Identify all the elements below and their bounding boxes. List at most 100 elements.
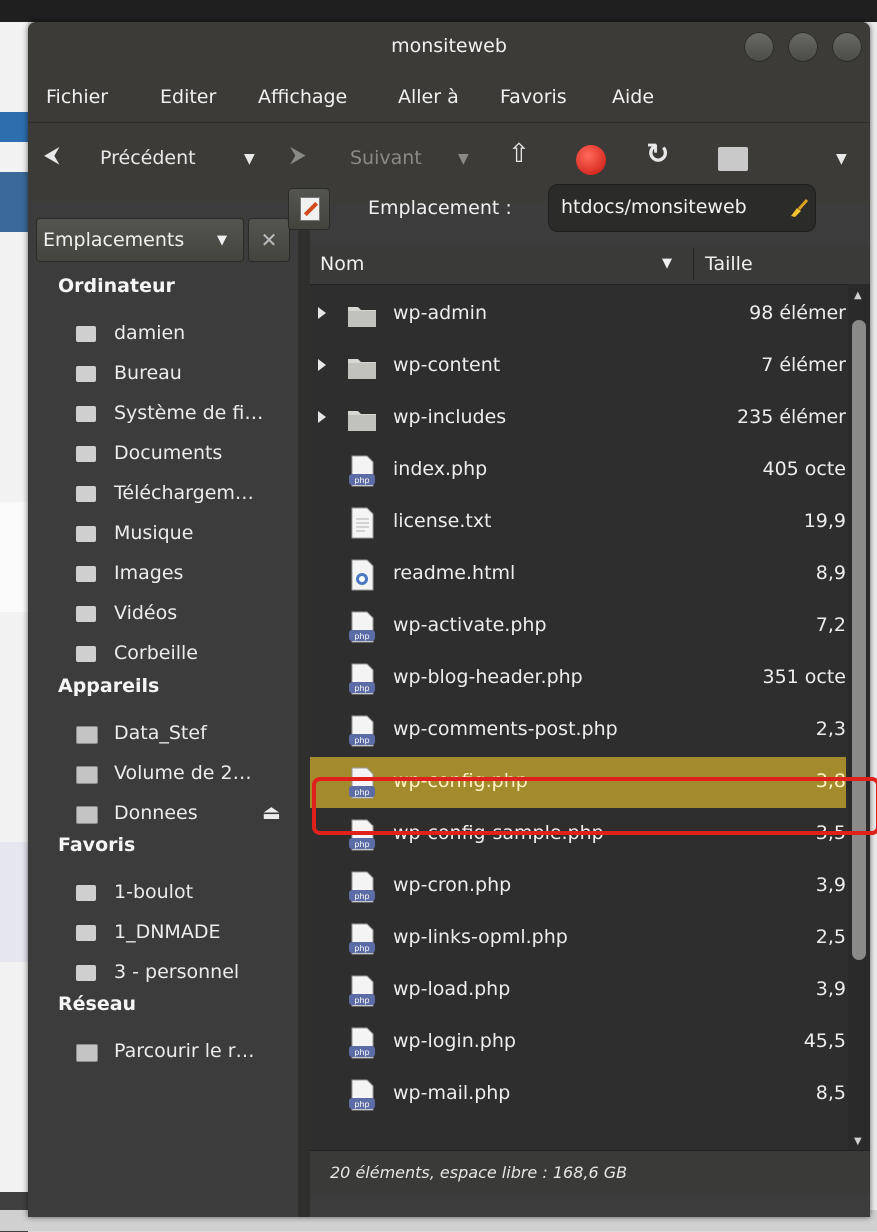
sidebar-item[interactable]: Data_Stef (76, 718, 291, 752)
expand-arrow-icon[interactable] (318, 359, 326, 371)
table-row[interactable]: php wp-login.php 45,5 (310, 1017, 846, 1068)
sidebar-item[interactable]: Images (76, 558, 291, 592)
sidebar-item[interactable]: Documents (76, 438, 291, 472)
sidebar-item-label: Data_Stef (114, 722, 207, 744)
sidebar-item-label: Système de fi… (114, 402, 264, 424)
desktop-topbar (0, 0, 877, 22)
home-folder-icon (76, 326, 96, 342)
chevron-down-icon: ▼ (217, 233, 227, 248)
table-row[interactable]: php wp-activate.php 7,2 (310, 601, 846, 652)
column-separator[interactable] (693, 248, 694, 280)
minimize-button[interactable] (744, 32, 774, 62)
php-file-icon: php (347, 975, 377, 1007)
sidebar-item[interactable]: 1_DNMADE (76, 917, 291, 951)
forward-arrow-icon[interactable]: ⮞ (290, 143, 306, 168)
column-name[interactable]: Nom (320, 253, 364, 275)
reload-icon[interactable]: ↻ (646, 137, 669, 170)
menu-editer[interactable]: Editer (160, 86, 216, 108)
file-size: 45,5 (803, 1030, 846, 1052)
file-name: index.php (393, 458, 488, 480)
sort-chevron-icon[interactable]: ▼ (662, 256, 672, 271)
close-button[interactable] (832, 32, 862, 62)
expand-arrow-icon[interactable] (318, 411, 326, 423)
back-history-chevron-icon[interactable]: ▼ (244, 151, 255, 167)
broom-icon[interactable] (789, 199, 809, 217)
annotation-highlight (312, 777, 877, 835)
file-list: Nom ▼ Taille wp-admin 98 élémer wp-content… (310, 244, 870, 1195)
section-reseau: Réseau (58, 993, 137, 1015)
title-bar[interactable]: monsiteweb (28, 22, 870, 74)
vertical-scroll-thumb[interactable] (852, 320, 866, 960)
file-size: 8,9 (815, 562, 846, 584)
table-row[interactable]: wp-includes 235 élémer (310, 393, 846, 444)
sidebar-item[interactable]: Parcourir le r… (76, 1036, 291, 1070)
sidebar-item[interactable]: Téléchargem… (76, 478, 291, 512)
sidebar: Emplacements ▼ ✕ Ordinateur Appareils Fa… (28, 202, 298, 1217)
vertical-scrollbar[interactable]: ▲ ▼ (848, 284, 870, 1154)
php-file-icon: php (347, 923, 377, 955)
toolbar-overflow-chevron-icon[interactable]: ▼ (836, 151, 847, 167)
parent-folder-icon[interactable]: ⇧ (508, 139, 530, 169)
table-row[interactable]: php wp-blog-header.php 351 octe (310, 653, 846, 704)
downloads-folder-icon (76, 486, 96, 502)
table-row[interactable]: wp-content 7 élémer (310, 341, 846, 392)
sidebar-item-label: damien (114, 322, 186, 344)
drive-icon (76, 726, 98, 744)
menu-aide[interactable]: Aide (612, 86, 654, 108)
network-icon (76, 1044, 98, 1062)
sidebar-close-button[interactable]: ✕ (248, 218, 290, 262)
sidebar-item[interactable]: 3 - personnel (76, 957, 291, 991)
table-row[interactable]: php wp-load.php 3,9 (310, 965, 846, 1016)
php-file-icon: php (347, 455, 377, 487)
scroll-down-icon[interactable]: ▼ (854, 1136, 862, 1147)
sidebar-selector[interactable]: Emplacements ▼ (36, 218, 244, 262)
table-row[interactable]: wp-admin 98 élémer (310, 289, 846, 340)
column-size[interactable]: Taille (705, 253, 753, 275)
eject-icon[interactable]: ⏏ (262, 800, 281, 824)
table-row[interactable]: license.txt 19,9 (310, 497, 846, 548)
stop-icon[interactable] (576, 145, 606, 175)
php-file-icon: php (347, 663, 377, 695)
forward-button[interactable]: Suivant (350, 147, 422, 169)
sidebar-item[interactable]: Système de fi… (76, 398, 291, 432)
table-row[interactable]: readme.html 8,9 (310, 549, 846, 600)
table-row[interactable]: php wp-mail.php 8,5 (310, 1069, 846, 1120)
folder-icon (347, 299, 377, 331)
file-size: 19,9 (803, 510, 846, 532)
sidebar-item-label: Corbeille (114, 642, 198, 664)
menu-affichage[interactable]: Affichage (258, 86, 347, 108)
sidebar-item[interactable]: damien (76, 318, 291, 352)
file-name: wp-comments-post.php (393, 718, 618, 740)
sidebar-item[interactable]: Musique (76, 518, 291, 552)
back-button[interactable]: Précédent (100, 147, 196, 169)
scroll-up-icon[interactable]: ▲ (854, 290, 862, 301)
sidebar-item[interactable]: Volume de 2… (76, 758, 291, 792)
menu-aller-a[interactable]: Aller à (398, 86, 459, 108)
background-window-left (0, 22, 28, 1232)
sidebar-item[interactable]: Vidéos (76, 598, 291, 632)
sidebar-item[interactable]: Bureau (76, 358, 291, 392)
pane-splitter[interactable] (298, 202, 310, 1217)
menu-favoris[interactable]: Favoris (500, 86, 567, 108)
location-field[interactable]: htdocs/monsiteweb (548, 184, 816, 232)
php-file-icon: php (347, 1027, 377, 1059)
location-label: Emplacement : (368, 197, 512, 219)
table-row[interactable]: php index.php 405 octe (310, 445, 846, 496)
table-row[interactable]: php wp-comments-post.php 2,3 (310, 705, 846, 756)
column-header: Nom ▼ Taille (310, 244, 870, 285)
php-file-icon: php (347, 715, 377, 747)
table-row[interactable]: php wp-cron.php 3,9 (310, 861, 846, 912)
back-arrow-icon[interactable]: ⮜ (44, 143, 60, 168)
home-icon[interactable] (718, 147, 748, 171)
sidebar-item[interactable]: 1-boulot (76, 877, 291, 911)
sidebar-item-label: Musique (114, 522, 194, 544)
sidebar-item[interactable]: Corbeille (76, 638, 291, 672)
table-row[interactable]: php wp-links-opml.php 2,5 (310, 913, 846, 964)
menu-fichier[interactable]: Fichier (46, 86, 108, 108)
sidebar-item[interactable]: Donnees ⏏ (76, 798, 291, 832)
edit-location-button[interactable] (288, 188, 330, 230)
php-file-icon: php (347, 871, 377, 903)
maximize-button[interactable] (788, 32, 818, 62)
expand-arrow-icon[interactable] (318, 307, 326, 319)
forward-history-chevron-icon[interactable]: ▼ (458, 151, 469, 167)
